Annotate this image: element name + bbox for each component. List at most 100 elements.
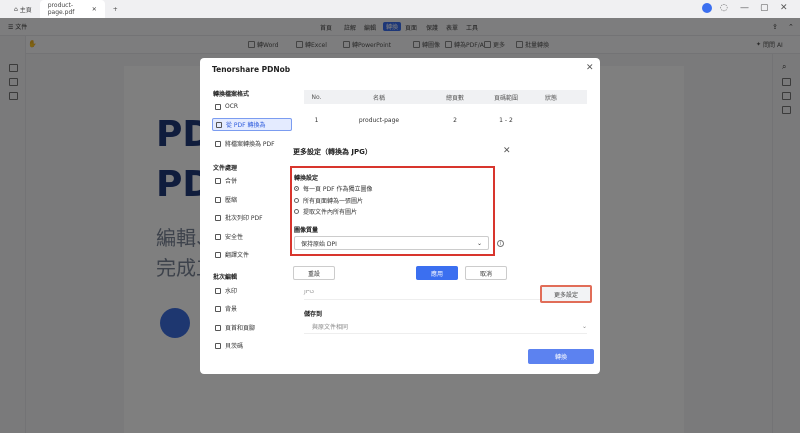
- option-single-image[interactable]: 所有頁面轉為一張圖片: [294, 196, 363, 205]
- minimize-icon[interactable]: —: [740, 3, 749, 13]
- nav-header-footer[interactable]: 頁首和頁腳: [212, 321, 292, 334]
- nav-watermark[interactable]: 水印: [212, 284, 292, 297]
- plus-icon: +: [112, 5, 118, 13]
- nav-compress[interactable]: 壓縮: [212, 193, 292, 206]
- convert-settings-label: 轉換設定: [294, 175, 319, 182]
- save-location-select[interactable]: 與原文件相同 ⌄: [304, 320, 587, 334]
- table-row[interactable]: 1 product-page 2 1 - 2: [304, 113, 587, 127]
- nav-background[interactable]: 背景: [212, 302, 292, 315]
- avatar[interactable]: [702, 3, 712, 13]
- nav-bates-label: 貝茨碼: [225, 343, 244, 350]
- apply-button[interactable]: 應用: [416, 266, 458, 280]
- row-range: 1 - 2: [481, 117, 531, 124]
- header-footer-icon: [215, 324, 221, 331]
- nav-watermark-label: 水印: [225, 288, 238, 295]
- section-batch: 批次編輯: [213, 274, 238, 281]
- section-doc: 文件處理: [213, 165, 238, 172]
- ocr-icon: [215, 103, 221, 110]
- more-settings-label: 更多設定: [553, 291, 578, 299]
- home-icon: ⌂: [14, 5, 18, 13]
- print-icon: [215, 214, 221, 221]
- option-extract-images-label: 提取文件內所有圖片: [303, 209, 358, 216]
- watermark-icon: [215, 287, 221, 294]
- nav-merge-label: 合併: [225, 178, 238, 185]
- cancel-button[interactable]: 取消: [465, 266, 507, 280]
- nav-to-pdf[interactable]: 將檔案轉換為 PDF: [212, 137, 292, 150]
- maximize-icon[interactable]: ▢: [760, 3, 769, 13]
- quality-select[interactable]: 保持原始 DPI ⌄: [294, 236, 489, 250]
- col-no: No.: [311, 93, 322, 101]
- background-icon: [215, 305, 221, 312]
- reset-label: 重設: [307, 270, 320, 278]
- row-total: 2: [453, 116, 457, 124]
- nav-translate[interactable]: 翻譯文件: [212, 248, 292, 261]
- col-name: 名稱: [372, 94, 385, 102]
- merge-icon: [215, 177, 221, 184]
- file-convert-icon: [215, 140, 221, 147]
- nav-pdf-to[interactable]: 從 PDF 轉換為: [212, 118, 292, 131]
- option-single-image-label: 所有頁面轉為一張圖片: [303, 198, 364, 205]
- nav-merge[interactable]: 合併: [212, 174, 292, 187]
- bates-icon: [215, 342, 221, 349]
- row-no: 1: [314, 116, 319, 124]
- nav-ocr-label: OCR: [225, 103, 239, 110]
- compress-icon: [215, 196, 221, 203]
- dialog-title: Tenorshare PDNob: [212, 65, 291, 74]
- range-to[interactable]: 2: [509, 117, 513, 124]
- save-location-value: 與原文件相同: [312, 324, 349, 331]
- nav-translate-label: 翻譯文件: [225, 252, 250, 259]
- radio-icon: [294, 198, 299, 203]
- document-tab[interactable]: product-page.pdf ✕: [39, 0, 105, 18]
- title-bar: ⌂ 主頁 product-page.pdf ✕ + ◌ — ▢ ✕: [0, 0, 800, 18]
- quality-value: 保持原始 DPI: [301, 240, 337, 248]
- nav-print-label: 批次列印 PDF: [225, 215, 263, 222]
- save-to-label: 儲存到: [304, 311, 323, 318]
- lock-icon: [215, 233, 221, 240]
- table-header: No. 名稱 總頁數 頁碼範圍 狀態: [304, 90, 587, 104]
- nav-to-pdf-label: 將檔案轉換為 PDF: [225, 141, 275, 148]
- chevron-down-icon: ⌄: [581, 323, 587, 330]
- col-total: 總頁數: [445, 94, 464, 102]
- col-range: 頁碼範圍: [493, 94, 518, 102]
- apply-label: 應用: [430, 270, 443, 278]
- home-tab-label: 主頁: [19, 6, 32, 14]
- range-separator: -: [504, 116, 508, 124]
- nav-compress-label: 壓縮: [225, 197, 238, 204]
- more-settings-title: 更多設定（轉換為 JPG）: [293, 148, 372, 156]
- more-settings-dialog: 更多設定（轉換為 JPG） ✕ 轉換設定 每一頁 PDF 作為獨立圖像 所有頁面…: [284, 141, 517, 290]
- option-each-page[interactable]: 每一頁 PDF 作為獨立圖像: [294, 184, 373, 193]
- convert-icon: [216, 121, 222, 128]
- row-name: product-page: [358, 116, 400, 124]
- nav-security[interactable]: 安全性: [212, 230, 292, 243]
- nav-print[interactable]: 批次列印 PDF: [212, 211, 292, 224]
- new-tab-button[interactable]: +: [105, 0, 126, 18]
- nav-header-label: 頁首和頁腳: [225, 325, 256, 332]
- nav-ocr[interactable]: OCR: [212, 100, 292, 113]
- chevron-down-icon: ⌄: [476, 239, 482, 247]
- cancel-label: 取消: [479, 270, 492, 278]
- info-icon[interactable]: i: [497, 240, 504, 247]
- close-window-icon[interactable]: ✕: [780, 3, 788, 13]
- document-tab-label: product-page.pdf: [47, 2, 75, 16]
- close-icon[interactable]: ✕: [503, 146, 511, 156]
- home-tab[interactable]: ⌂ 主頁: [6, 0, 40, 18]
- nav-bates[interactable]: 貝茨碼: [212, 339, 292, 352]
- col-status: 狀態: [544, 94, 557, 102]
- bell-icon[interactable]: ◌: [720, 3, 728, 13]
- close-icon[interactable]: ✕: [586, 63, 594, 73]
- option-extract-images[interactable]: 提取文件內所有圖片: [294, 207, 357, 216]
- translate-icon: [215, 251, 221, 258]
- range-from[interactable]: 1: [499, 117, 503, 124]
- nav-security-label: 安全性: [225, 234, 244, 241]
- nav-pdf-to-label: 從 PDF 轉換為: [226, 122, 266, 129]
- option-each-page-label: 每一頁 PDF 作為獨立圖像: [303, 186, 373, 193]
- convert-button[interactable]: 轉換: [528, 349, 594, 364]
- nav-background-label: 背景: [225, 306, 238, 313]
- radio-selected-icon: [294, 186, 299, 191]
- section-convert: 轉換檔案格式: [213, 91, 250, 98]
- close-tab-icon[interactable]: ✕: [92, 6, 97, 13]
- radio-icon: [294, 209, 299, 214]
- reset-button[interactable]: 重設: [293, 266, 335, 280]
- more-settings-button[interactable]: 更多設定: [540, 285, 592, 303]
- quality-label: 圖像質量: [294, 227, 319, 234]
